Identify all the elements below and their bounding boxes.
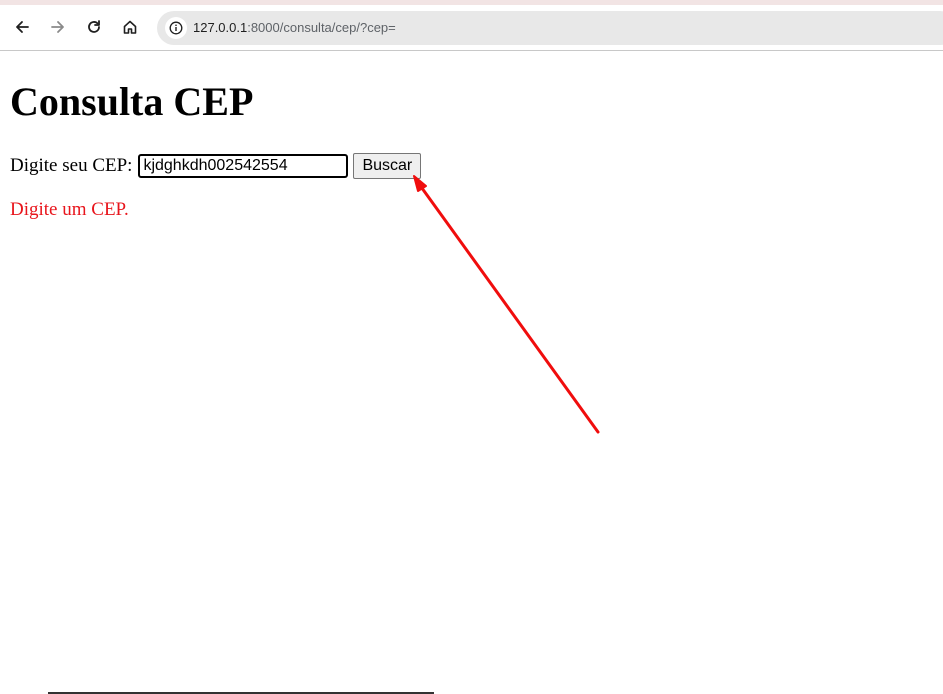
url-text: 127.0.0.1:8000/consulta/cep/?cep=	[193, 11, 396, 45]
reload-button[interactable]	[78, 11, 110, 43]
back-button[interactable]	[6, 11, 38, 43]
url-path: :8000/consulta/cep/?cep=	[247, 20, 396, 35]
forward-button[interactable]	[42, 11, 74, 43]
back-arrow-icon	[16, 21, 29, 33]
reload-icon	[88, 20, 100, 33]
home-icon	[123, 20, 137, 34]
cep-label: Digite seu CEP:	[10, 155, 133, 176]
error-message: Digite um CEP.	[10, 199, 129, 220]
home-button[interactable]	[114, 11, 146, 43]
url-host: 127.0.0.1	[193, 20, 248, 35]
cep-input[interactable]	[138, 154, 349, 178]
page-title: Consulta CEP	[10, 79, 254, 124]
cep-form: Digite seu CEP: Buscar	[10, 152, 422, 180]
browser-toolbar: 127.0.0.1:8000/consulta/cep/?cep=	[0, 5, 943, 51]
address-bar[interactable]: 127.0.0.1:8000/consulta/cep/?cep=	[157, 11, 943, 45]
site-info-icon[interactable]	[165, 17, 187, 39]
search-button[interactable]: Buscar	[353, 153, 422, 179]
forward-arrow-icon	[51, 21, 64, 33]
page-content: Consulta CEP Digite seu CEP: Buscar Digi…	[0, 51, 943, 694]
